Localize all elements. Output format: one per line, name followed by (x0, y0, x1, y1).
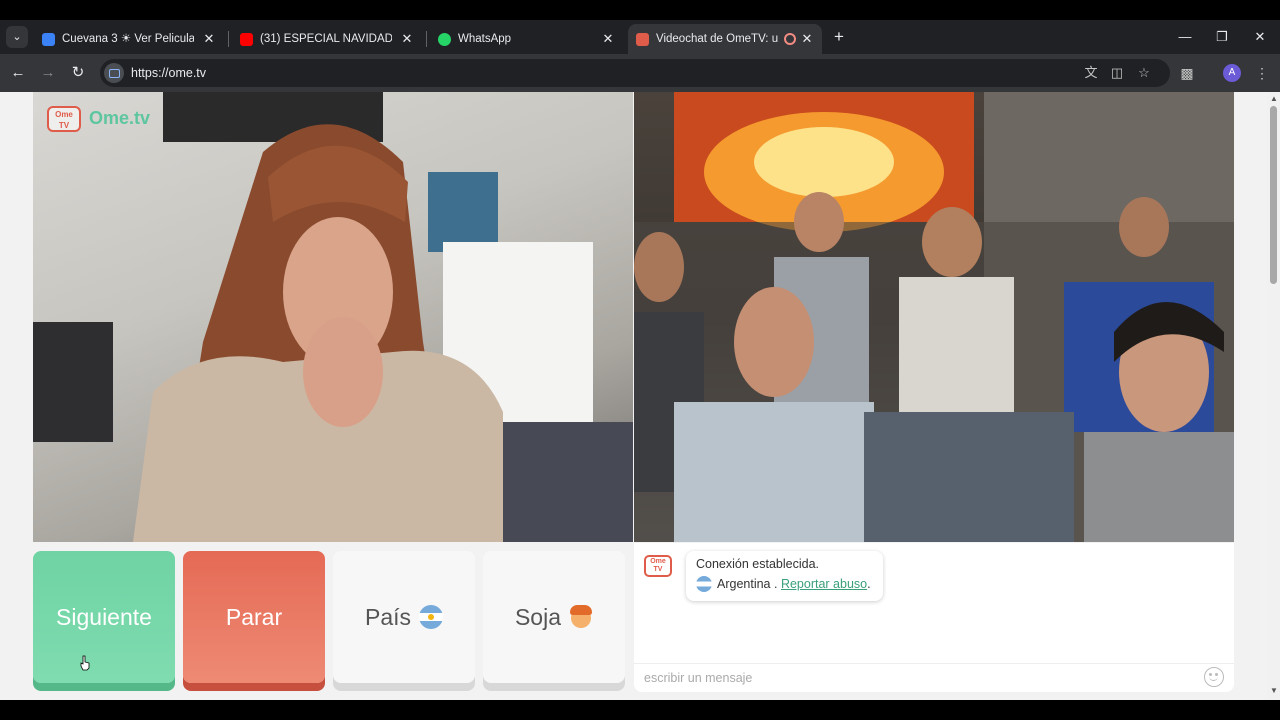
local-video: Ome TV Ome.tv (33, 92, 633, 542)
emoji-icon[interactable] (1204, 667, 1224, 687)
boy-face-icon (569, 604, 593, 629)
cast-icon[interactable]: ◫ (1108, 64, 1126, 82)
close-icon[interactable]: ✕ (800, 24, 814, 54)
tab-cuevana[interactable]: Cuevana 3 ☀ Ver Peliculas o Se ✕ (34, 24, 224, 54)
tab-ometv[interactable]: Videochat de OmeTV: una a ✕ (628, 24, 822, 54)
translate-icon[interactable]: 文 (1082, 64, 1100, 82)
omnibox[interactable]: https://ome.tv 文 ◫ ☆ (100, 59, 1170, 87)
gender-label: Soja (514, 604, 562, 630)
url-text[interactable]: https://ome.tv (131, 59, 206, 87)
country-button[interactable]: País (333, 551, 475, 683)
screen-bottom-border (0, 700, 1280, 720)
stop-button[interactable]: Parar (183, 551, 325, 683)
close-icon[interactable]: ✕ (202, 24, 216, 54)
tab-title: (31) ESPECIAL NAVIDAD Un Poc (260, 33, 392, 45)
close-icon[interactable]: ✕ (601, 24, 615, 54)
forward-icon[interactable]: → (38, 63, 58, 83)
logo-tv-icon: Ome TV (47, 106, 81, 132)
whatsapp-icon (438, 33, 451, 46)
logo-text: Ome.tv (89, 108, 151, 128)
scroll-up-icon[interactable]: ▲ (1270, 94, 1278, 103)
window-close-icon[interactable]: ✕ (1242, 20, 1278, 54)
address-bar: ← → ↻ https://ome.tv 文 ◫ ☆ ▩ A ⋮ (0, 54, 1280, 92)
system-message: Conexión establecida. Argentina . Report… (686, 551, 883, 601)
reload-icon[interactable]: ↻ (68, 63, 88, 83)
remote-video (634, 92, 1234, 542)
back-icon[interactable]: ← (8, 63, 28, 83)
tab-separator (228, 31, 229, 47)
site-info-icon[interactable] (104, 63, 124, 83)
tab-bar: ⌄ Cuevana 3 ☀ Ver Peliculas o Se ✕ (31) … (0, 20, 1280, 54)
next-button[interactable]: Siguiente (33, 551, 175, 683)
minimize-icon[interactable]: — (1167, 20, 1203, 54)
scroll-thumb[interactable] (1270, 106, 1277, 284)
restore-icon[interactable]: ❐ (1204, 20, 1240, 54)
tab-title: Cuevana 3 ☀ Ver Peliculas o Se (62, 33, 194, 45)
local-video-frame (33, 92, 633, 542)
close-icon[interactable]: ✕ (400, 24, 414, 54)
tab-search-button[interactable]: ⌄ (6, 26, 28, 48)
recording-icon (784, 33, 796, 45)
message-input[interactable] (634, 664, 1194, 692)
bookmark-star-icon[interactable]: ☆ (1135, 64, 1153, 82)
partner-country-line: Argentina . Reportar abuso. (696, 575, 871, 592)
new-tab-button[interactable]: + (830, 28, 848, 46)
report-abuse-link[interactable]: Reportar abuso (781, 577, 867, 591)
scroll-down-icon[interactable]: ▼ (1270, 686, 1278, 695)
profile-avatar[interactable]: A (1223, 64, 1241, 82)
country-label: País (364, 604, 412, 630)
tab-title: WhatsApp (458, 33, 512, 45)
report-suffix: . (867, 577, 871, 591)
page-scrollbar[interactable]: ▲ ▼ (1267, 92, 1280, 700)
chat-panel: Ome TV Conexión establecida. Argentina .… (634, 543, 1234, 692)
extensions-icon[interactable]: ▩ (1177, 63, 1197, 83)
ometv-chat-icon: Ome TV (644, 555, 672, 577)
tab-whatsapp[interactable]: WhatsApp ✕ (430, 24, 623, 54)
partner-country: Argentina . (717, 577, 778, 591)
tab-separator (426, 31, 427, 47)
tab-youtube[interactable]: (31) ESPECIAL NAVIDAD Un Poc ✕ (232, 24, 422, 54)
remote-video-frame (634, 92, 1234, 542)
tab-title: Videochat de OmeTV: una a (656, 33, 778, 45)
youtube-icon (240, 33, 253, 46)
argentina-flag-icon (696, 575, 712, 592)
connection-status: Conexión establecida. (696, 557, 819, 571)
argentina-flag-icon (419, 604, 444, 629)
hand-cursor-icon (80, 655, 90, 671)
menu-icon[interactable]: ⋮ (1252, 63, 1272, 83)
screen-top-border (0, 0, 1280, 20)
cuevana-icon (42, 33, 55, 46)
ometv-icon (636, 33, 649, 46)
gender-button[interactable]: Soja (483, 551, 625, 683)
ometv-page: Ome TV Ome.tv Siguiente Parar País Soja … (0, 92, 1280, 700)
chat-input-bar (634, 663, 1234, 692)
